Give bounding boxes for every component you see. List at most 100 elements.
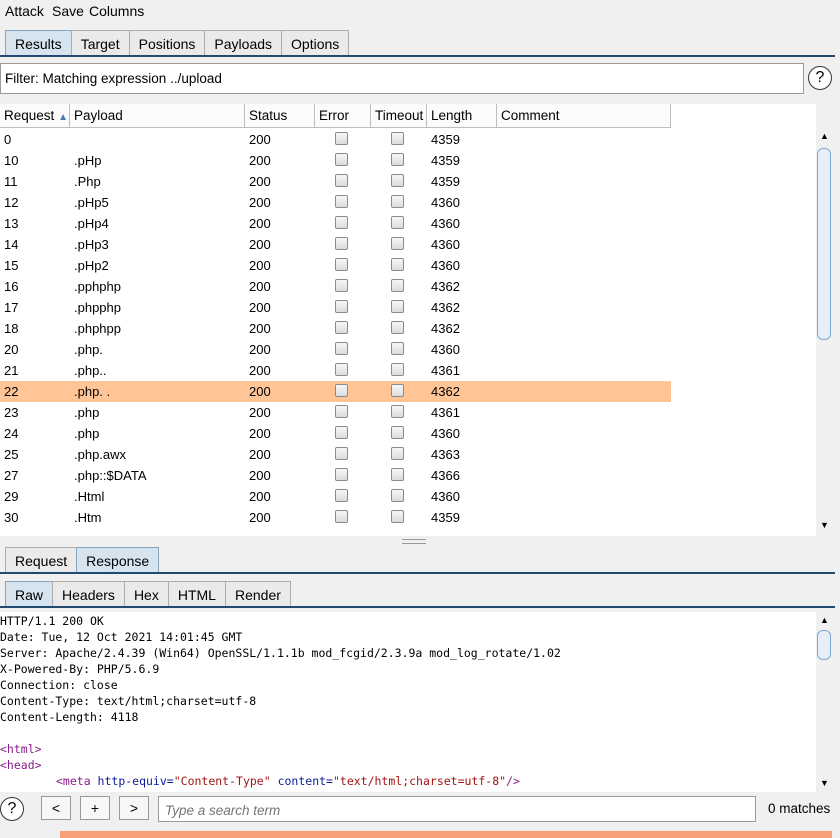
cell-length: 4360	[431, 342, 460, 357]
table-row[interactable]: 12 .pHp5 200 4360	[0, 192, 671, 213]
column-comment[interactable]: Comment	[497, 104, 671, 128]
column-payload[interactable]: Payload	[70, 104, 245, 128]
error-checkbox	[335, 384, 348, 397]
column-request[interactable]: Request ▲	[0, 104, 70, 128]
cell-length: 4360	[431, 237, 460, 252]
search-input[interactable]	[163, 798, 757, 822]
cell-request: 27	[4, 468, 19, 483]
response-scrollbar[interactable]: ▲ ▼	[816, 612, 832, 792]
cell-request: 16	[4, 279, 19, 294]
response-line: Server: Apache/2.4.39 (Win64) OpenSSL/1.…	[0, 646, 561, 660]
cell-length: 4362	[431, 321, 460, 336]
scroll-down-icon[interactable]: ▼	[818, 777, 831, 790]
table-row[interactable]: 23 .php 200 4361	[0, 402, 671, 423]
cell-payload: .phpphp	[74, 300, 121, 315]
results-scrollbar[interactable]: ▲ ▼	[816, 128, 832, 536]
filter-bar[interactable]: Filter: Matching expression ../upload	[0, 63, 804, 94]
cell-request: 21	[4, 363, 19, 378]
table-row[interactable]: 17 .phpphp 200 4362	[0, 297, 671, 318]
error-checkbox	[335, 237, 348, 250]
cell-length: 4360	[431, 489, 460, 504]
next-match-button[interactable]: >	[119, 796, 149, 820]
cell-payload: .Html	[74, 489, 105, 504]
table-row[interactable]: 0 200 4359	[0, 129, 671, 150]
table-row[interactable]: 20 .php. 200 4360	[0, 339, 671, 360]
table-row[interactable]: 18 .phphpp 200 4362	[0, 318, 671, 339]
help-icon[interactable]: ?	[808, 66, 832, 90]
scroll-up-icon[interactable]: ▲	[818, 130, 831, 143]
view-divider	[0, 606, 835, 608]
error-checkbox	[335, 132, 348, 145]
cell-request: 17	[4, 300, 19, 315]
cell-request: 0	[4, 132, 12, 147]
menu-attack[interactable]: Attack	[5, 3, 44, 19]
column-status[interactable]: Status	[245, 104, 315, 128]
table-row[interactable]: 11 .Php 200 4359	[0, 171, 671, 192]
scroll-down-icon[interactable]: ▼	[818, 519, 831, 532]
tab-target[interactable]: Target	[70, 30, 130, 56]
tab-render[interactable]: Render	[224, 581, 291, 607]
head-tag-line: <head>	[0, 758, 42, 772]
column-timeout[interactable]: Timeout	[371, 104, 427, 128]
table-row[interactable]: 10 .pHp 200 4359	[0, 150, 671, 171]
tab-results[interactable]: Results	[5, 30, 72, 56]
tab-options[interactable]: Options	[281, 30, 350, 56]
tab-html[interactable]: HTML	[167, 581, 226, 607]
cell-status: 200	[249, 447, 271, 462]
cell-status: 200	[249, 321, 271, 336]
scroll-up-icon[interactable]: ▲	[818, 614, 831, 627]
cell-length: 4363	[431, 447, 460, 462]
scroll-thumb[interactable]	[817, 148, 831, 340]
table-row[interactable]: 21 .php.. 200 4361	[0, 360, 671, 381]
cell-status: 200	[249, 405, 271, 420]
table-row[interactable]: 22 .php. . 200 4362	[0, 381, 671, 402]
menu-columns[interactable]: Columns	[89, 3, 144, 19]
tab-positions[interactable]: Positions	[128, 30, 206, 56]
cell-status: 200	[249, 174, 271, 189]
split-handle[interactable]	[402, 539, 426, 544]
cell-status: 200	[249, 510, 271, 525]
table-row[interactable]: 27 .php::$DATA 200 4366	[0, 465, 671, 486]
timeout-checkbox	[391, 258, 404, 271]
timeout-checkbox	[391, 510, 404, 523]
response-raw-view[interactable]: HTTP/1.1 200 OK Date: Tue, 12 Oct 2021 1…	[0, 612, 816, 792]
error-checkbox	[335, 195, 348, 208]
cell-payload: .pHp4	[74, 216, 109, 231]
search-field[interactable]	[158, 796, 757, 822]
cell-status: 200	[249, 132, 271, 147]
previous-match-button[interactable]: <	[41, 796, 71, 820]
timeout-checkbox	[391, 426, 404, 439]
table-row[interactable]: 16 .pphphp 200 4362	[0, 276, 671, 297]
cell-status: 200	[249, 426, 271, 441]
tab-request[interactable]: Request	[5, 547, 78, 573]
tab-payloads[interactable]: Payloads	[204, 30, 283, 56]
column-error[interactable]: Error	[315, 104, 371, 128]
tab-headers[interactable]: Headers	[52, 581, 125, 607]
table-row[interactable]: 24 .php 200 4360	[0, 423, 671, 444]
tab-raw[interactable]: Raw	[5, 581, 54, 607]
column-length[interactable]: Length	[427, 104, 497, 128]
table-row[interactable]: 15 .pHp2 200 4360	[0, 255, 671, 276]
timeout-checkbox	[391, 216, 404, 229]
timeout-checkbox	[391, 300, 404, 313]
cell-request: 22	[4, 384, 19, 399]
tab-response[interactable]: Response	[76, 547, 160, 573]
error-checkbox	[335, 216, 348, 229]
add-button[interactable]: +	[80, 796, 110, 820]
table-row[interactable]: 13 .pHp4 200 4360	[0, 213, 671, 234]
error-checkbox	[335, 279, 348, 292]
tab-hex[interactable]: Hex	[123, 581, 169, 607]
cell-request: 18	[4, 321, 19, 336]
table-row[interactable]: 14 .pHp3 200 4360	[0, 234, 671, 255]
table-row[interactable]: 29 .Html 200 4360	[0, 486, 671, 507]
table-row-partial[interactable]	[0, 534, 671, 536]
intruder-tabs: Results Target Positions Payloads Option…	[5, 30, 350, 56]
scroll-thumb[interactable]	[817, 630, 831, 660]
error-checkbox	[335, 153, 348, 166]
cell-payload: .pphphp	[74, 279, 121, 294]
menu-save[interactable]: Save	[52, 3, 84, 19]
table-row[interactable]: 25 .php.awx 200 4363	[0, 444, 671, 465]
timeout-checkbox	[391, 405, 404, 418]
help-icon[interactable]: ?	[0, 797, 24, 821]
table-row[interactable]: 30 .Htm 200 4359	[0, 507, 671, 528]
